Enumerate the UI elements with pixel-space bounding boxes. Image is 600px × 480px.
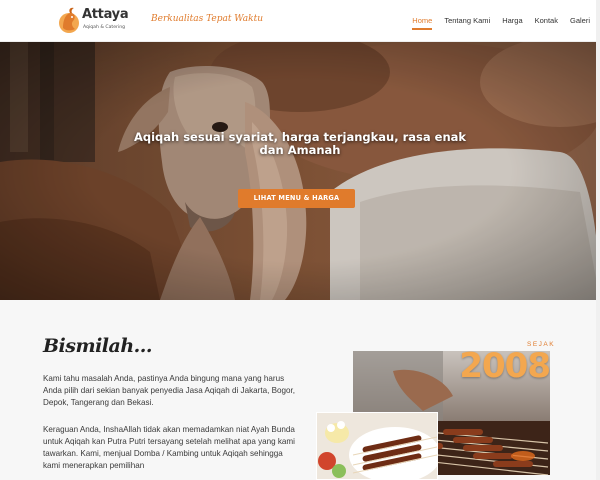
nav-item-kontak[interactable]: Kontak — [535, 0, 558, 42]
hero-title: Aqiqah sesuai syariat, harga terjangkau,… — [133, 130, 467, 157]
page-scrollbar[interactable] — [596, 0, 600, 480]
brand-name: Attaya — [82, 7, 129, 22]
satay-plate-image — [317, 413, 437, 479]
about-paragraph-2: Keraguan Anda, InshaAllah tidak akan mem… — [43, 425, 295, 470]
goat-logo-icon — [59, 7, 79, 33]
hero-goat-photo — [0, 42, 600, 300]
view-menu-price-button[interactable]: LIHAT MENU & HARGA — [238, 189, 355, 208]
nav-item-home[interactable]: Home — [412, 0, 433, 42]
hero-banner: Aqiqah sesuai syariat, harga terjangkau,… — [0, 42, 600, 300]
main-nav: Home Tentang Kami Harga Kontak Galeri — [400, 0, 590, 42]
since-year: 2008 — [459, 351, 550, 386]
satay-plate-photo — [316, 412, 438, 480]
nav-item-galeri[interactable]: Galeri — [570, 0, 590, 42]
brand-logo[interactable]: Attaya Aqiqah & Catering — [58, 6, 158, 36]
about-heading: Bismilah... — [43, 335, 152, 357]
since-label: SEJAK — [527, 341, 556, 348]
brand-subtitle: Aqiqah & Catering — [83, 25, 126, 30]
about-paragraph-1: Kami tahu masalah Anda, pastinya Anda bi… — [43, 374, 295, 407]
brand-tagline: Berkualitas Tepat Waktu — [151, 14, 264, 24]
site-header: Attaya Aqiqah & Catering Berkualitas Tep… — [0, 0, 600, 42]
nav-item-tentang-kami[interactable]: Tentang Kami — [444, 0, 490, 42]
nav-item-harga[interactable]: Harga — [502, 0, 522, 42]
about-section: Bismilah... Kami tahu masalah Anda, past… — [0, 300, 600, 480]
